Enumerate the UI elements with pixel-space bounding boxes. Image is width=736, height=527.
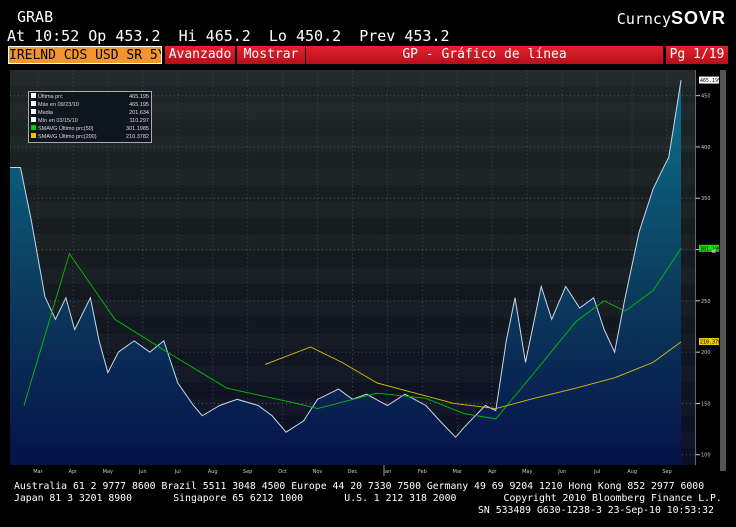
last-value-label: 465.195 (700, 78, 721, 84)
legend-swatch (31, 109, 36, 114)
footer-contacts-1: Australia 61 2 9777 8600 Brazil 5511 304… (14, 481, 705, 492)
legend-swatch (31, 101, 36, 106)
legend-item: SMAVG Último prc(200) 210.3782 (31, 133, 149, 141)
x-tick-label: Oct (278, 469, 287, 475)
legend-label: Mín en 03/15/10 (38, 118, 78, 124)
market-prefix: Curncy (616, 10, 671, 28)
x-tick-label: Mar (33, 469, 43, 475)
y-tick-label: 200 (701, 350, 711, 356)
legend-swatch (31, 133, 36, 138)
function-title: GP - Gráfico de línea (306, 46, 663, 64)
footer-contacts-2: Japan 81 3 3201 8900 Singapore 65 6212 1… (14, 493, 722, 504)
legend-swatch (31, 93, 36, 98)
y-tick-label: 250 (701, 299, 711, 305)
x-tick-label: Apr (69, 469, 79, 475)
security-field[interactable]: IRELND CDS USD SR 5Y (8, 46, 162, 64)
x-tick-label: Nov (313, 469, 323, 475)
legend-value: 465.195 (129, 94, 149, 100)
plot-band (10, 268, 695, 284)
footer-serial: SN 533489 G630-1238-3 23-Sep-10 10:53:32 (478, 505, 714, 516)
x-tick-label: Aug (208, 469, 218, 475)
legend-item: Última prc 465.195 (31, 93, 149, 101)
show-button[interactable]: Mostrar (237, 46, 305, 64)
market-sector: CurncySOVR (617, 8, 726, 29)
y-tick-label: 350 (701, 196, 711, 202)
x-tick-label: Feb (418, 469, 427, 475)
legend-label: SMAVG Último prc(50) (38, 126, 94, 132)
x-tick-label: Jun (557, 469, 566, 475)
y-axis-line (695, 70, 696, 465)
legend-item: Media 201.634 (31, 109, 149, 117)
y-tick-label: 100 (701, 453, 711, 459)
screen-title: GRAB (17, 8, 54, 26)
legend-item: Mín en 03/15/10 110.297 (31, 117, 149, 125)
x-tick-label: Apr (488, 469, 498, 475)
x-tick-label: Sep (662, 469, 671, 475)
chart-legend: Última prc 465.195 Máx en 09/23/10 465.195 M… (28, 91, 152, 143)
legend-value: 201.634 (129, 110, 149, 116)
y-tick-label: 150 (701, 401, 711, 407)
x-tick-label: Sep (243, 469, 252, 475)
x-tick-label: May (103, 469, 113, 475)
legend-label: Máx en 09/23/10 (38, 102, 79, 108)
legend-label: Media (38, 110, 53, 116)
legend-swatch (31, 125, 36, 130)
x-tick-label: Mar (453, 469, 463, 475)
legend-value: 210.3782 (126, 134, 149, 140)
plot-band (10, 202, 695, 218)
y-tick-label: 400 (701, 145, 711, 151)
advanced-button[interactable]: Avanzado (165, 46, 235, 64)
scrollbar[interactable] (720, 70, 726, 471)
legend-swatch (31, 117, 36, 122)
x-tick-label: Jun (138, 469, 147, 475)
legend-item: Máx en 09/23/10 465.195 (31, 101, 149, 109)
collapse-chevron-icon[interactable]: « (711, 247, 716, 257)
x-tick-label: Aug (627, 469, 637, 475)
ticker-code: SOVR (670, 8, 726, 28)
page-indicator[interactable]: Pg 1/19 (666, 46, 728, 64)
legend-item: SMAVG Último prc(50) 301.1985 (31, 125, 149, 133)
legend-value: 301.1985 (126, 126, 149, 132)
x-tick-label: Jul (593, 469, 600, 475)
last-value-label: 210.378 (700, 339, 721, 345)
x-tick-label: Jul (174, 469, 181, 475)
legend-value: 465.195 (129, 102, 149, 108)
legend-label: Última prc (38, 94, 63, 100)
legend-value: 110.297 (129, 118, 149, 124)
y-tick-label: 450 (701, 94, 711, 100)
quote-line: At 10:52 Op 453.2 Hi 465.2 Lo 450.2 Prev… (7, 27, 450, 45)
x-tick-label: Dec (348, 469, 358, 475)
x-tick-label: May (522, 469, 532, 475)
legend-label: SMAVG Último prc(200) (38, 134, 97, 140)
